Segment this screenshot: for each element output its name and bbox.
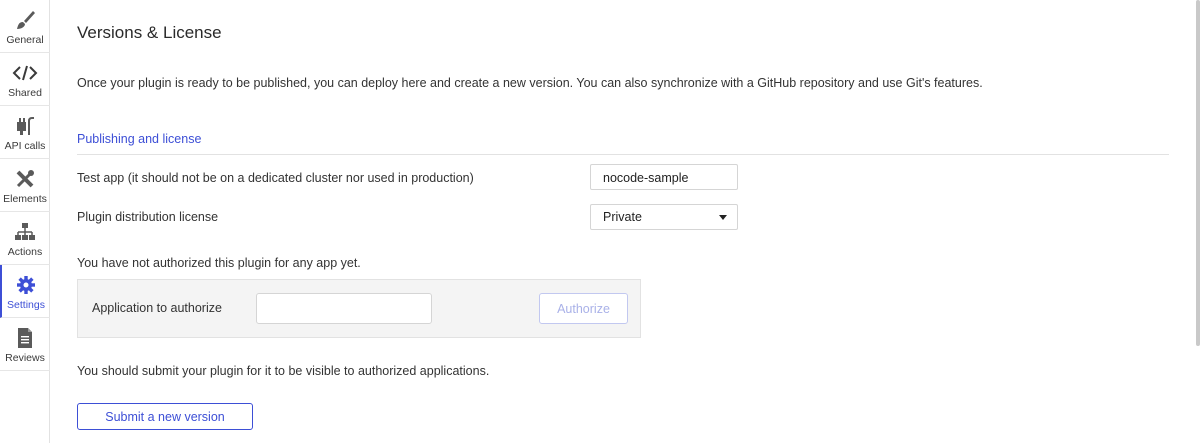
sidebar-item-label: Reviews xyxy=(5,352,45,364)
sidebar-item-shared[interactable]: Shared xyxy=(0,53,50,106)
sidebar-item-elements[interactable]: Elements xyxy=(0,159,50,212)
intro-text: Once your plugin is ready to be publishe… xyxy=(77,76,983,90)
sidebar-item-label: API calls xyxy=(4,140,46,152)
test-app-input[interactable]: nocode-sample xyxy=(590,164,738,190)
chevron-down-icon xyxy=(719,214,727,220)
authorize-button[interactable]: Authorize xyxy=(539,293,628,324)
paintbrush-icon xyxy=(14,9,36,31)
divider xyxy=(77,154,1169,155)
authorize-panel: Application to authorize Authorize xyxy=(77,279,641,338)
sidebar-item-label: Shared xyxy=(8,87,42,99)
authorize-label: Application to authorize xyxy=(92,301,222,315)
sidebar: General Shared API calls Elements Action… xyxy=(0,0,50,443)
sidebar-item-label: Elements xyxy=(3,193,47,205)
sidebar-item-actions[interactable]: Actions xyxy=(0,212,50,265)
license-label: Plugin distribution license xyxy=(77,210,219,224)
sidebar-item-label: General xyxy=(6,34,44,46)
sidebar-item-label: Actions xyxy=(7,246,43,258)
sidebar-item-settings[interactable]: Settings xyxy=(0,265,50,318)
license-select[interactable]: Private xyxy=(590,204,738,230)
gear-icon xyxy=(16,274,36,296)
submit-version-button[interactable]: Submit a new version xyxy=(77,403,253,430)
tools-icon xyxy=(14,168,36,190)
sidebar-item-reviews[interactable]: Reviews xyxy=(0,318,50,371)
plug-icon xyxy=(14,115,36,137)
workflow-icon xyxy=(14,221,36,243)
authorize-input[interactable] xyxy=(256,293,432,324)
sidebar-item-general[interactable]: General xyxy=(0,0,50,53)
document-icon xyxy=(16,327,34,349)
scrollbar[interactable] xyxy=(1196,0,1200,346)
license-value: Private xyxy=(603,210,642,224)
test-app-label: Test app (it should not be on a dedicate… xyxy=(77,171,474,185)
not-authorized-text: You have not authorized this plugin for … xyxy=(77,256,361,270)
sidebar-item-label: Settings xyxy=(7,299,45,311)
sidebar-item-api-calls[interactable]: API calls xyxy=(0,106,50,159)
page-title: Versions & License xyxy=(77,23,222,42)
code-icon xyxy=(12,62,38,84)
section-title: Publishing and license xyxy=(77,132,202,146)
submit-note: You should submit your plugin for it to … xyxy=(77,364,490,378)
